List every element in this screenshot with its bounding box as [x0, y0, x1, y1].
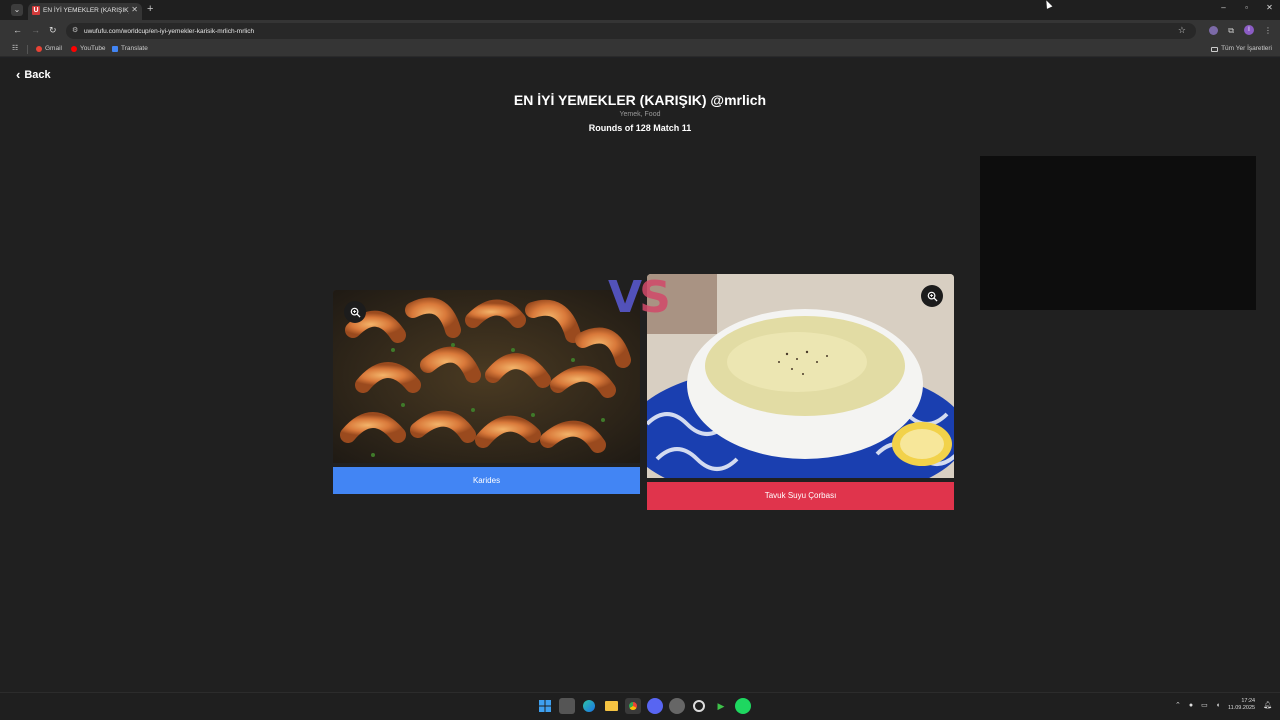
clock-date: 11.09.2025: [1227, 705, 1256, 711]
tab-search-button[interactable]: ⌄: [11, 4, 23, 16]
soup-image[interactable]: [647, 274, 954, 478]
taskbar-apps: ▶: [537, 698, 751, 714]
soup-illustration: [647, 274, 954, 478]
bookmark-gmail[interactable]: Gmail: [36, 44, 62, 54]
obs-icon[interactable]: [669, 698, 685, 714]
chatgpt-icon[interactable]: [691, 698, 707, 714]
url-text[interactable]: uwufufu.com/worldcup/en-iyi-yemekler-kar…: [84, 27, 254, 36]
category-tags: Yemek, Food: [619, 111, 661, 118]
page-content: ‹ Back EN İYİ YEMEKLER (KARIŞIK) @mrlich…: [0, 58, 1280, 692]
clock[interactable]: 17:24 11.09.2025: [1228, 698, 1255, 712]
zoom-in-icon: [350, 307, 361, 318]
chrome-icon[interactable]: [625, 698, 641, 714]
maximize-button[interactable]: ▫: [1242, 3, 1251, 12]
edge-icon[interactable]: [581, 698, 597, 714]
volume-icon[interactable]: ◖: [1216, 702, 1220, 709]
site-info-icon[interactable]: ⚙: [72, 26, 78, 36]
back-button[interactable]: ‹ Back: [16, 68, 51, 82]
bookmark-youtube[interactable]: YouTube: [71, 44, 106, 54]
bookmark-label: YouTube: [80, 45, 106, 52]
browser-toolbar: ← → ↻ ⚙ uwufufu.com/worldcup/en-iyi-yeme…: [0, 20, 1280, 42]
folder-icon: [1211, 46, 1219, 52]
tab-favicon-icon: U: [32, 6, 40, 15]
bookmark-star-icon[interactable]: ☆: [1178, 25, 1186, 36]
discord-icon[interactable]: [647, 698, 663, 714]
right-choice-card[interactable]: Tavuk Suyu Çorbası: [647, 274, 954, 510]
bookmarks-bar: ☷ Gmail YouTube Translate Tüm Yer İşaret…: [0, 42, 1280, 57]
vs-letter-v: V: [608, 272, 642, 323]
bookmark-translate[interactable]: Translate: [112, 44, 148, 54]
right-choice-button[interactable]: Tavuk Suyu Çorbası: [647, 482, 954, 510]
bookmark-label: Translate: [121, 45, 148, 52]
profile-avatar[interactable]: I: [1244, 25, 1254, 35]
tab-title: EN İYİ YEMEKLER (KARIŞIK) @mr...: [43, 7, 129, 14]
windows-taskbar: ▶ ⌃ ● ▭ ◖ 17:24 11.09.2025 🔔︎: [0, 692, 1280, 720]
vs-letter-s: S: [639, 272, 671, 323]
shrimp-illustration: [333, 290, 640, 463]
network-icon[interactable]: ▭: [1201, 701, 1208, 709]
media-player-icon[interactable]: ▶: [713, 698, 729, 714]
extensions-puzzle-icon[interactable]: ⧉: [1228, 26, 1234, 35]
shrimp-image[interactable]: [333, 290, 640, 463]
reload-icon[interactable]: ↻: [49, 25, 57, 36]
zoom-in-icon: [927, 291, 938, 302]
left-choice-card[interactable]: Karides: [333, 290, 640, 494]
close-window-button[interactable]: ✕: [1265, 3, 1274, 12]
toolbar-right: ⧉ I ⋮: [1209, 25, 1272, 35]
minimize-button[interactable]: –: [1219, 3, 1228, 12]
round-info: Rounds of 128 Match 11: [588, 123, 692, 133]
system-tray: ⌃ ● ▭ ◖ 17:24 11.09.2025 🔔︎: [1175, 698, 1272, 712]
all-bookmarks[interactable]: Tüm Yer İşaretleri: [1211, 44, 1272, 54]
mouse-cursor-icon: [1043, 0, 1053, 9]
left-choice-button[interactable]: Karides: [333, 467, 640, 494]
extension-icon[interactable]: [1209, 25, 1219, 35]
gmail-icon: [36, 46, 42, 52]
tab-close-icon[interactable]: ✕: [131, 5, 138, 15]
file-explorer-icon[interactable]: [603, 698, 619, 714]
apps-grid-icon[interactable]: ☷: [12, 44, 18, 54]
new-tab-button[interactable]: +: [147, 3, 153, 15]
back-nav-icon[interactable]: ←: [13, 25, 22, 36]
translate-icon: [112, 46, 118, 52]
window-controls: – ▫ ✕: [1219, 3, 1274, 12]
all-bookmarks-label: Tüm Yer İşaretleri: [1221, 45, 1272, 52]
spotify-icon[interactable]: [735, 698, 751, 714]
windows-start-icon[interactable]: [537, 698, 553, 714]
bookmarks-divider: [27, 45, 28, 54]
microphone-icon[interactable]: ●: [1189, 702, 1193, 709]
address-bar[interactable]: ⚙ uwufufu.com/worldcup/en-iyi-yemekler-k…: [66, 23, 1196, 39]
bookmark-label: Gmail: [45, 45, 62, 52]
notification-bell-icon[interactable]: 🔔︎: [1263, 701, 1272, 709]
back-label: Back: [24, 69, 51, 81]
ad-placeholder: [980, 156, 1256, 310]
forward-nav-icon[interactable]: →: [31, 25, 40, 36]
youtube-icon: [71, 46, 77, 52]
chevron-left-icon: ‹: [16, 67, 21, 82]
versus-label: VS: [608, 272, 671, 323]
clock-time: 17:24: [1241, 698, 1256, 704]
left-zoom-button[interactable]: [344, 301, 366, 323]
browser-tab-bar: ⌄ U EN İYİ YEMEKLER (KARIŞIK) @mr... ✕ +…: [0, 0, 1280, 20]
chevron-up-icon[interactable]: ⌃: [1175, 701, 1181, 709]
task-view-icon[interactable]: [559, 698, 575, 714]
page-title: EN İYİ YEMEKLER (KARIŞIK) @mrlich: [513, 92, 767, 108]
browser-menu-icon[interactable]: ⋮: [1264, 26, 1272, 35]
right-zoom-button[interactable]: [921, 285, 943, 307]
active-tab[interactable]: U EN İYİ YEMEKLER (KARIŞIK) @mr... ✕: [28, 3, 142, 20]
